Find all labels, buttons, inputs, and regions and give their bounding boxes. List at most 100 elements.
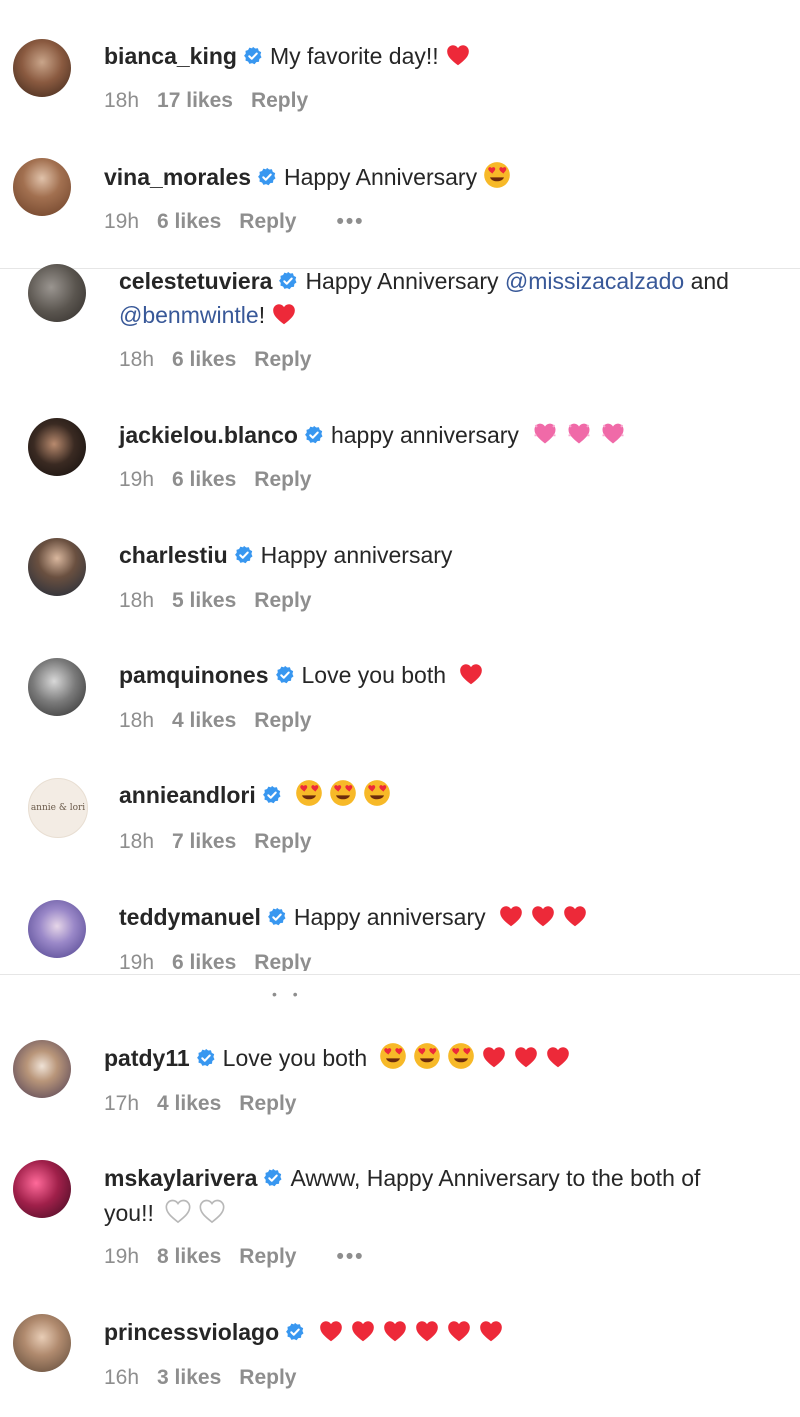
likes-count[interactable]: 6 likes [172,951,236,971]
timestamp: 18h [119,348,155,371]
heart-eyes-emoji-icon [483,161,511,189]
username-link[interactable]: teddymanuel [119,904,261,930]
username-link[interactable]: pamquinones [119,662,269,688]
mention-link[interactable]: @missizacalzado [505,268,684,294]
red-heart-icon [545,1044,571,1070]
likes-count[interactable]: 6 likes [157,210,221,233]
reply-button[interactable]: Reply [254,468,311,491]
red-heart-icon [513,1044,539,1070]
username-link[interactable]: charlestiu [119,542,228,568]
username-link[interactable]: celestetuviera [119,268,272,294]
timestamp: 18h [104,89,140,112]
likes-count[interactable]: 17 likes [157,89,233,112]
pink-heart-icon [565,419,593,447]
reply-button[interactable]: Reply [239,1366,296,1389]
verified-badge-icon [262,785,282,805]
verified-badge-icon [278,271,298,291]
avatar[interactable] [28,900,86,958]
comment-text: Happy anniversary [293,904,486,930]
more-options-icon[interactable]: ••• [336,210,364,234]
avatar[interactable] [28,658,86,716]
avatar-logo-text: annie & lori [30,803,86,813]
avatar[interactable] [13,1040,71,1098]
username-link[interactable]: mskaylarivera [104,1165,257,1191]
avatar[interactable] [13,1314,71,1372]
avatar[interactable] [13,1160,71,1218]
reply-button[interactable]: Reply [254,348,311,371]
red-heart-icon [458,661,484,687]
reply-button[interactable]: Reply [239,1092,296,1115]
avatar[interactable] [28,418,86,476]
pink-heart-icon [599,419,627,447]
timestamp: 19h [119,468,155,491]
comment-text: ! [258,302,266,328]
screenshot-divider [0,974,800,975]
reply-button[interactable]: Reply [239,1245,296,1268]
verified-badge-icon [263,1168,283,1188]
heart-eyes-emoji-icon [363,779,391,807]
likes-count[interactable]: 4 likes [157,1092,221,1115]
red-heart-icon [271,301,297,327]
red-heart-icon [382,1318,408,1344]
comment-text: and [690,268,729,294]
verified-badge-icon [243,46,263,66]
timestamp: 19h [104,1245,140,1268]
heart-eyes-emoji-icon [295,779,323,807]
likes-count[interactable]: 7 likes [172,830,236,853]
white-heart-icon [164,1197,192,1225]
likes-count[interactable]: 5 likes [172,589,236,612]
avatar[interactable] [13,158,71,216]
comment-text: My favorite day!! [269,43,439,69]
reply-button[interactable]: Reply [239,210,296,233]
comment-text: happy anniversary [330,422,519,448]
likes-count[interactable]: 8 likes [157,1245,221,1268]
comment-text: Awww, Happy Anniversary to the both of [290,1165,701,1191]
likes-count[interactable]: 4 likes [172,709,236,732]
white-heart-icon [198,1197,226,1225]
avatar[interactable] [28,264,86,322]
more-options-icon[interactable]: ••• [336,1245,364,1269]
timestamp: 18h [119,709,155,732]
username-link[interactable]: jackielou.blanco [119,422,298,448]
red-heart-icon [318,1318,344,1344]
username-link[interactable]: annieandlori [119,782,256,808]
likes-count[interactable]: 6 likes [172,468,236,491]
red-heart-icon [498,903,524,929]
red-heart-icon [350,1318,376,1344]
red-heart-icon [530,903,556,929]
reply-button[interactable]: Reply [254,830,311,853]
likes-count[interactable]: 6 likes [172,348,236,371]
timestamp: 18h [119,589,155,612]
avatar[interactable]: annie & lori [28,778,88,838]
verified-badge-icon [196,1048,216,1068]
timestamp: 19h [119,951,155,971]
timestamp: 18h [119,830,155,853]
red-heart-icon [478,1318,504,1344]
verified-badge-icon [285,1322,305,1342]
verified-badge-icon [267,907,287,927]
username-link[interactable]: vina_morales [104,164,251,190]
comment-text: Happy anniversary [260,542,453,568]
username-link[interactable]: patdy11 [104,1045,190,1071]
verified-badge-icon [275,665,295,685]
comment-text: Love you both [222,1045,368,1071]
avatar[interactable] [13,39,71,97]
reply-button[interactable]: Reply [251,89,308,112]
avatar[interactable] [28,538,86,596]
heart-eyes-emoji-icon [447,1042,475,1070]
reply-button[interactable]: Reply [254,951,311,971]
reply-button[interactable]: Reply [254,589,311,612]
timestamp: 19h [104,210,140,233]
timestamp: 17h [104,1092,140,1115]
likes-count[interactable]: 3 likes [157,1366,221,1389]
mention-link[interactable]: @benmwintle [119,302,259,328]
red-heart-icon [562,903,588,929]
heart-eyes-emoji-icon [329,779,357,807]
comment-text: you!! [104,1200,154,1226]
heart-eyes-emoji-icon [379,1042,407,1070]
username-link[interactable]: princessviolago [104,1319,279,1345]
verified-badge-icon [304,425,324,445]
reply-button[interactable]: Reply [254,709,311,732]
comment-text: Love you both [301,662,447,688]
username-link[interactable]: bianca_king [104,43,237,69]
